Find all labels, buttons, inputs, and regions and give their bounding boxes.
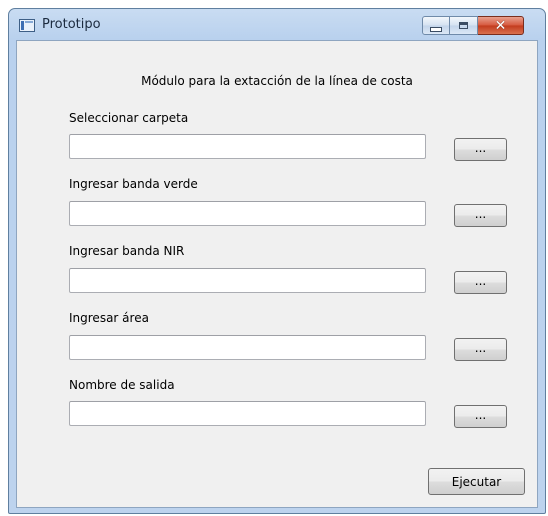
select-folder-input[interactable] [69,134,426,159]
form-client-area: Módulo para la extacción de la línea de … [16,40,538,508]
app-window: Prototipo ✕ Módulo para la extacción de … [8,8,546,514]
green-band-label: Ingresar banda verde [69,177,198,191]
run-button[interactable]: Ejecutar [428,468,525,495]
nir-band-label: Ingresar banda NIR [69,244,185,258]
area-label: Ingresar área [69,311,149,325]
output-name-label: Nombre de salida [69,378,175,392]
output-name-browse-button[interactable]: ... [454,405,507,428]
form-heading: Módulo para la extacción de la línea de … [141,74,413,88]
nir-band-browse-button[interactable]: ... [454,271,507,294]
title-bar[interactable]: Prototipo ✕ [9,9,545,40]
nir-band-input[interactable] [69,268,426,293]
close-icon: ✕ [494,17,507,34]
area-browse-button[interactable]: ... [454,338,507,361]
minimize-button[interactable] [422,16,450,35]
close-button[interactable]: ✕ [478,16,524,35]
green-band-browse-button[interactable]: ... [454,204,507,227]
green-band-input[interactable] [69,201,426,226]
area-input[interactable] [69,335,426,360]
maximize-icon [459,22,468,29]
minimize-icon [430,26,442,32]
app-window-icon[interactable] [19,19,35,32]
window-title: Prototipo [42,17,101,32]
maximize-button[interactable] [450,16,478,35]
select-folder-browse-button[interactable]: ... [454,138,507,161]
select-folder-label: Seleccionar carpeta [69,111,189,125]
output-name-input[interactable] [69,401,426,426]
